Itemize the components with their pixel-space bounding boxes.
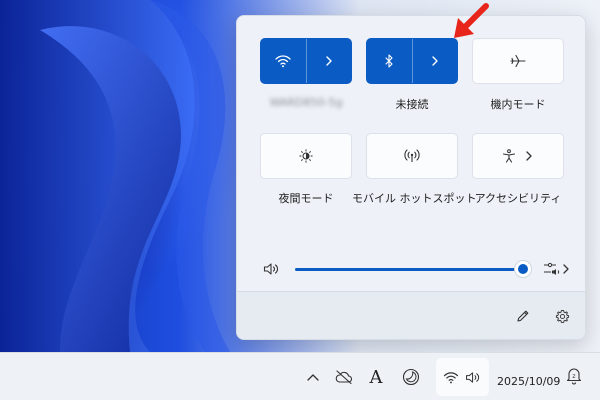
- speaker-icon: [263, 263, 278, 275]
- pencil-icon: [517, 310, 529, 322]
- bell-snooze-icon: z: [566, 368, 582, 385]
- quick-settings-footer: [237, 291, 585, 339]
- cloud-off-icon: [335, 370, 352, 384]
- quick-settings-panel: WARD850-5g 未接続 機内モード 夜間モード モバイル ホットスポット …: [236, 15, 586, 340]
- svg-text:z: z: [572, 373, 575, 380]
- taskbar: A 2025/10/09 z: [0, 352, 600, 400]
- night-light-label: 夜間モード: [278, 192, 334, 205]
- chevron-right-icon: [526, 151, 532, 161]
- mobile-hotspot-button[interactable]: [366, 133, 458, 179]
- chevron-right-icon: [432, 56, 438, 66]
- show-hidden-icons-button[interactable]: [304, 368, 322, 386]
- bluetooth-icon: [385, 54, 393, 68]
- audio-output-icon: [544, 262, 569, 275]
- wifi-network-name: WARD850-5g: [269, 96, 343, 109]
- accessibility-button[interactable]: [472, 133, 564, 179]
- mobile-hotspot-label: モバイル ホットスポット: [352, 192, 477, 205]
- red-arrow-annotation: [454, 3, 489, 38]
- accessibility-label: アクセシビリティ: [474, 192, 562, 205]
- taskbar-date[interactable]: 2025/10/09: [497, 375, 560, 388]
- accessibility-icon: [502, 149, 516, 163]
- notifications-button[interactable]: z: [564, 365, 584, 387]
- speaker-icon: [466, 371, 480, 383]
- cloud-sync-button[interactable]: [333, 367, 355, 387]
- input-method-button[interactable]: A: [366, 365, 386, 389]
- airplane-icon: [510, 54, 526, 68]
- network-volume-tray-button[interactable]: [436, 358, 489, 396]
- wifi-icon: [275, 55, 291, 68]
- airplane-mode-label: 機内モード: [490, 98, 546, 111]
- wifi-toggle-button[interactable]: [261, 39, 306, 83]
- bluetooth-label: 未接続: [395, 98, 429, 111]
- settings-button[interactable]: [552, 306, 572, 326]
- bluetooth-expand-button[interactable]: [413, 39, 458, 83]
- chevron-right-icon: [326, 56, 332, 66]
- audio-output-button[interactable]: [541, 258, 573, 280]
- volume-slider-track[interactable]: [295, 268, 523, 271]
- airplane-mode-button[interactable]: [472, 38, 564, 84]
- bluetooth-tile: [366, 38, 458, 84]
- chevron-up-icon: [307, 374, 319, 381]
- volume-row: [257, 248, 577, 288]
- volume-slider-thumb[interactable]: [515, 261, 531, 277]
- focus-button[interactable]: [400, 366, 422, 388]
- mute-button[interactable]: [261, 260, 283, 278]
- moon-circle-icon: [402, 368, 420, 386]
- wifi-expand-button[interactable]: [307, 39, 352, 83]
- night-light-button[interactable]: [260, 133, 352, 179]
- wifi-icon: [443, 371, 459, 383]
- bluetooth-toggle-button[interactable]: [367, 39, 412, 83]
- hotspot-icon: [404, 149, 420, 162]
- brightness-icon: [299, 149, 313, 163]
- wifi-tile: [260, 38, 352, 84]
- gear-icon: [555, 309, 569, 323]
- edit-quick-settings-button[interactable]: [513, 306, 533, 326]
